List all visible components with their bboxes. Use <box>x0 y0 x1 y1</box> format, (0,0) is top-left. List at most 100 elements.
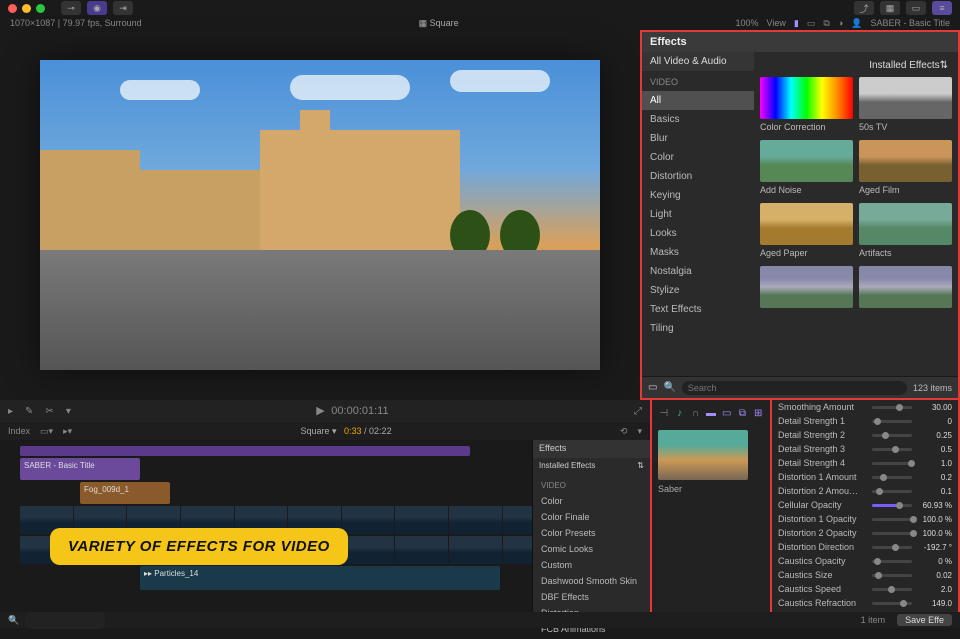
effect-thumb-50s-tv[interactable]: 50s TV <box>859 77 952 132</box>
inspector-param-detail-strength-3[interactable]: Detail Strength 30.5 <box>772 442 958 456</box>
effects-cat-distortion[interactable]: Distortion <box>642 167 754 186</box>
window-controls <box>8 4 45 13</box>
tl-browser-item-comic-looks[interactable]: Comic Looks <box>533 541 650 557</box>
tl-tool-arrow[interactable]: ▸ <box>8 406 13 417</box>
inspector-param-caustics-size[interactable]: Caustics Size0.02 <box>772 568 958 582</box>
clip-tool-3[interactable]: ⧉ <box>737 408 749 422</box>
inspector-param-detail-strength-2[interactable]: Detail Strength 20.25 <box>772 428 958 442</box>
toolbar-key-icon[interactable]: ⊸ <box>61 1 81 15</box>
inspector-param-caustics-refraction[interactable]: Caustics Refraction149.0 <box>772 596 958 610</box>
tl-browser-item-dbf-effects[interactable]: DBF Effects <box>533 589 650 605</box>
track-particles[interactable]: ▸▸ Particles_14 <box>140 566 500 590</box>
timeline-panel: ▸ ✎ ✂ ▾ ▶ 00:00:01:11 ⤢ Index ▭▾ ▸▾ Squa… <box>0 400 650 628</box>
bar-icon-4[interactable]: ◑ <box>838 18 843 28</box>
effects-cat-color[interactable]: Color <box>642 148 754 167</box>
effects-cat-looks[interactable]: Looks <box>642 224 754 243</box>
effect-thumb-artifacts[interactable]: Artifacts <box>859 203 952 258</box>
clip-tool-marker[interactable]: ⊣ <box>658 408 670 422</box>
effects-cat-all-va[interactable]: All Video & Audio <box>642 52 754 71</box>
project-info: 1070×1087 | 79.97 fps, Surround <box>10 18 142 28</box>
minimize-window-icon[interactable] <box>22 4 31 13</box>
clip-tool-4[interactable]: ⊞ <box>752 408 764 422</box>
effects-panel: Effects All Video & Audio VIDEO AllBasic… <box>640 30 960 400</box>
track-fog[interactable]: Fog_009d_1 <box>80 482 170 504</box>
effect-thumb-item[interactable] <box>859 266 952 311</box>
clip-tool-audio[interactable]: ♪ <box>674 408 686 422</box>
tl-browser-item-color-finale[interactable]: Color Finale <box>533 509 650 525</box>
toolbar-grid-icon[interactable]: ▦ <box>880 1 900 15</box>
effects-cat-keying[interactable]: Keying <box>642 186 754 205</box>
track-marker[interactable] <box>20 446 470 456</box>
footer-item-count: 1 item <box>861 615 886 625</box>
inspector-param-smoothing-amount[interactable]: Smoothing Amount30.00 <box>772 400 958 414</box>
clip-tool-2[interactable]: ▭ <box>721 408 733 422</box>
effects-cat-text-effects[interactable]: Text Effects <box>642 300 754 319</box>
inspector-param-distortion-direction[interactable]: Distortion Direction-192.7 ° <box>772 540 958 554</box>
tl-tool-scissors[interactable]: ✂ <box>45 406 53 417</box>
avatar-icon[interactable]: 👤 <box>851 18 862 29</box>
footer-bar: 🔍 1 item Save Effe <box>0 612 960 628</box>
tl-browser-item-video[interactable]: VIDEO <box>533 478 650 493</box>
effects-section-video: VIDEO <box>642 71 754 91</box>
viewer-canvas[interactable] <box>40 60 600 370</box>
toolbar-menu-icon[interactable]: ≡ <box>932 1 952 15</box>
toolbar-share-icon[interactable]: ⤴ <box>854 1 874 15</box>
maximize-window-icon[interactable] <box>36 4 45 13</box>
clip-tool-headphones[interactable]: ∩ <box>689 408 701 422</box>
effects-search-input[interactable] <box>682 381 907 395</box>
effects-cat-masks[interactable]: Masks <box>642 243 754 262</box>
tl-idx-tool4[interactable]: ▾ <box>637 426 642 437</box>
tl-idx-tool1[interactable]: ▭▾ <box>40 426 53 437</box>
tl-tool-edit[interactable]: ✎ <box>25 406 33 417</box>
effects-cat-stylize[interactable]: Stylize <box>642 281 754 300</box>
bar-icon-3[interactable]: ⧉ <box>823 18 829 29</box>
toolbar-export-icon[interactable]: ⇥ <box>113 1 133 15</box>
effects-cat-nostalgia[interactable]: Nostalgia <box>642 262 754 281</box>
promo-callout: VARIETY OF EFFECTS FOR VIDEO <box>50 528 348 565</box>
installed-effects-label[interactable]: Installed Effects ⇅ <box>760 58 952 77</box>
footer-search-icon[interactable]: 🔍 <box>8 615 19 626</box>
inspector-param-distortion-1-opacity[interactable]: Distortion 1 Opacity100.0 % <box>772 512 958 526</box>
effect-thumb-add-noise[interactable]: Add Noise <box>760 140 853 195</box>
inspector-param-cellular-opacity[interactable]: Cellular Opacity60.93 % <box>772 498 958 512</box>
tl-tool-menu[interactable]: ▾ <box>66 406 71 417</box>
footer-search-input[interactable] <box>25 612 105 629</box>
inspector-param-caustics-speed[interactable]: Caustics Speed2.0 <box>772 582 958 596</box>
toolbar-refresh-icon[interactable]: ◉ <box>87 1 107 15</box>
effect-thumb-aged-paper[interactable]: Aged Paper <box>760 203 853 258</box>
tl-idx-tool3[interactable]: ⟲ <box>620 426 628 437</box>
effect-thumb-item[interactable] <box>760 266 853 311</box>
tl-browser-item-color-presets[interactable]: Color Presets <box>533 525 650 541</box>
effects-cat-basics[interactable]: Basics <box>642 110 754 129</box>
layout-icon[interactable]: ▭ <box>648 382 657 393</box>
inspector-param-distortion-2-opacity[interactable]: Distortion 2 Opacity100.0 % <box>772 526 958 540</box>
inspector-param-detail-strength-4[interactable]: Detail Strength 41.0 <box>772 456 958 470</box>
bar-icon-1[interactable]: ▮ <box>794 18 799 29</box>
effects-cat-tiling[interactable]: Tiling <box>642 319 754 338</box>
clip-thumbnail[interactable] <box>658 430 748 480</box>
inspector-param-caustics-opacity[interactable]: Caustics Opacity0 % <box>772 554 958 568</box>
effects-cat-light[interactable]: Light <box>642 205 754 224</box>
bar-icon-2[interactable]: ▭ <box>807 18 816 29</box>
track-title[interactable]: SABER - Basic Title <box>20 458 140 480</box>
clip-tool-1[interactable]: ▬ <box>705 408 717 422</box>
tl-browser-item-color[interactable]: Color <box>533 493 650 509</box>
effects-cat-all[interactable]: All <box>642 91 754 110</box>
save-effect-button[interactable]: Save Effe <box>897 614 952 626</box>
tl-browser-item-dashwood-smooth-skin[interactable]: Dashwood Smooth Skin <box>533 573 650 589</box>
effect-thumb-aged-film[interactable]: Aged Film <box>859 140 952 195</box>
toolbar-layout-icon[interactable]: ▭ <box>906 1 926 15</box>
close-window-icon[interactable] <box>8 4 17 13</box>
view-menu[interactable]: View <box>767 18 786 28</box>
effect-thumb-color-correction[interactable]: Color Correction <box>760 77 853 132</box>
index-label[interactable]: Index <box>8 426 30 436</box>
inspector-param-distortion-2-amou-[interactable]: Distortion 2 Amou…0.1 <box>772 484 958 498</box>
tl-expand-icon[interactable]: ⤢ <box>634 406 642 417</box>
effects-cat-blur[interactable]: Blur <box>642 129 754 148</box>
tl-browser-item-custom[interactable]: Custom <box>533 557 650 573</box>
tab-label: SABER - Basic Title <box>870 18 950 28</box>
inspector-param-detail-strength-1[interactable]: Detail Strength 10 <box>772 414 958 428</box>
inspector-param-distortion-1-amount[interactable]: Distortion 1 Amount0.2 <box>772 470 958 484</box>
zoom-level[interactable]: 100% <box>736 18 759 28</box>
tl-idx-tool2[interactable]: ▸▾ <box>63 426 72 437</box>
